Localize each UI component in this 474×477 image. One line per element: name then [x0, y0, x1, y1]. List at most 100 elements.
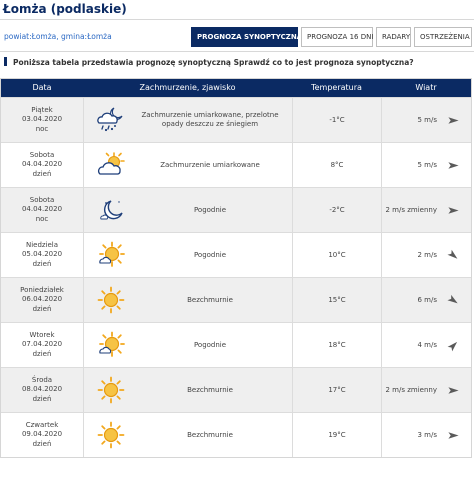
day-name: Środa	[31, 375, 53, 384]
weather-description: Bezchmurnie	[187, 385, 233, 394]
phenomenon-cell: Zachmurzenie umiarkowane	[83, 143, 292, 187]
date-cell: Środa 08.04.2020 dzień	[1, 368, 83, 412]
phenomenon-cell: Pogodnie	[83, 188, 292, 232]
phenomenon-cell: Zachmurzenie umiarkowane, przelotne opad…	[83, 98, 292, 142]
date-cell: Sobota 04.04.2020 noc	[1, 188, 83, 232]
date-cell: Niedziela 05.04.2020 dzień	[1, 233, 83, 277]
temperature-cell: -1°C	[292, 98, 381, 142]
header-temperature: Temperatura	[311, 83, 362, 92]
phenomenon-cell: Bezchmurnie	[83, 278, 292, 322]
time-of-day: noc	[35, 214, 49, 223]
date-cell: Wtorek 07.04.2020 dzień	[1, 323, 83, 367]
wind-speed: 6 m/s	[417, 296, 437, 304]
tab-ostrzezenia[interactable]: OSTRZEŻENIA	[414, 27, 472, 47]
header-wind: Wiatr	[415, 83, 437, 92]
date-cell: Poniedziałek 06.04.2020 dzień	[1, 278, 83, 322]
phenomenon-cell: Pogodnie	[83, 233, 292, 277]
wind-cell: 4 m/s	[381, 323, 471, 367]
tab-radary[interactable]: RADARY	[376, 27, 411, 47]
wind-speed: 2 m/s zmienny	[385, 386, 438, 394]
weather-description: Zachmurzenie umiarkowane, przelotne opad…	[141, 111, 279, 128]
wind-cell: 2 m/s zmienny	[381, 368, 471, 412]
date-value: 03.04.2020	[21, 115, 63, 124]
wind-cell: 2 m/s	[381, 233, 471, 277]
breadcrumb[interactable]: powiat:Łomża, gmina:Łomża	[4, 32, 112, 41]
weather-description: Zachmurzenie umiarkowane	[160, 160, 260, 169]
tab-prognoza-synoptyczna[interactable]: PROGNOZA SYNOPTYCZNA	[191, 27, 302, 47]
table-row: Wtorek 07.04.2020 dzień Pogodnie 18°C 4 m/s	[1, 322, 471, 367]
time-of-day: dzień	[32, 304, 52, 313]
phenomenon-cell: Pogodnie	[83, 323, 292, 367]
breadcrumb-link[interactable]: powiat:Łomża, gmina:Łomża	[4, 32, 112, 41]
info-line: Poniższa tabela przedstawia prognozę syn…	[4, 57, 414, 67]
date-cell: Piątek 03.04.2020 noc	[1, 98, 83, 142]
wind-direction-arrow-icon	[447, 384, 460, 397]
wind-speed: 2 m/s zmienny	[385, 206, 438, 214]
day-name: Niedziela	[25, 240, 59, 249]
time-of-day: dzień	[32, 169, 52, 178]
wind-direction-arrow-icon	[447, 294, 460, 307]
time-of-day: dzień	[32, 394, 52, 403]
header-date: Data	[32, 83, 52, 92]
date-cell: Czwartek 09.04.2020 dzień	[1, 413, 83, 457]
weather-description: Bezchmurnie	[187, 295, 233, 304]
temperature-value: 19°C	[328, 431, 346, 439]
weather-description: Bezchmurnie	[187, 430, 233, 439]
table-row: Piątek 03.04.2020 noc Zachmurzenie umiarkow…	[1, 97, 471, 142]
temperature-value: -1°C	[329, 116, 345, 124]
section-divider	[0, 51, 474, 52]
forecast-table: Data Zachmurzenie, zjawisko Temperatura …	[0, 78, 472, 458]
temperature-value: 17°C	[328, 386, 346, 394]
weather-description: Pogodnie	[193, 205, 227, 214]
phenomenon-cell: Bezchmurnie	[83, 368, 292, 412]
sun-icon	[97, 421, 125, 449]
day-name: Sobota	[29, 195, 55, 204]
wind-direction-arrow-icon	[447, 114, 460, 127]
table-row: Sobota 04.04.2020 dzień Zachmurzenie umiark…	[1, 142, 471, 187]
sun-icon	[97, 286, 125, 314]
info-marker	[4, 57, 7, 66]
temperature-value: 8°C	[330, 161, 344, 169]
cloud-moon-rain-snow-icon	[97, 106, 125, 134]
wind-cell: 5 m/s	[381, 98, 471, 142]
table-header: Data Zachmurzenie, zjawisko Temperatura …	[1, 79, 471, 97]
date-value: 09.04.2020	[21, 430, 63, 439]
temperature-cell: 19°C	[292, 413, 381, 457]
day-name: Piątek	[31, 105, 53, 114]
title-divider	[0, 19, 474, 20]
temperature-value: 18°C	[328, 341, 346, 349]
day-name: Wtorek	[29, 330, 55, 339]
wind-direction-arrow-icon	[447, 159, 460, 172]
sun-small-cloud-icon	[97, 331, 125, 359]
time-of-day: dzień	[32, 439, 52, 448]
weather-description: Pogodnie	[193, 340, 227, 349]
tab-prognoza-16-dni[interactable]: PROGNOZA 16 DNI	[301, 27, 373, 47]
temperature-cell: 18°C	[292, 323, 381, 367]
temperature-value: -2°C	[329, 206, 345, 214]
forecast-tabs: PROGNOZA SYNOPTYCZNA PROGNOZA 16 DNI RAD…	[191, 27, 472, 47]
wind-cell: 3 m/s	[381, 413, 471, 457]
wind-speed: 4 m/s	[417, 341, 437, 349]
date-value: 07.04.2020	[21, 340, 63, 349]
wind-direction-arrow-icon	[447, 429, 460, 442]
moon-icon	[97, 196, 125, 224]
wind-speed: 2 m/s	[417, 251, 437, 259]
table-row: Poniedziałek 06.04.2020 dzień Bezchmurnie 15…	[1, 277, 471, 322]
wind-direction-arrow-icon	[447, 339, 460, 352]
wind-cell: 2 m/s zmienny	[381, 188, 471, 232]
day-name: Czwartek	[25, 420, 59, 429]
date-value: 05.04.2020	[21, 250, 63, 259]
temperature-cell: 8°C	[292, 143, 381, 187]
wind-speed: 3 m/s	[417, 431, 437, 439]
time-of-day: dzień	[32, 259, 52, 268]
page-title: Łomża (podlaskie)	[3, 2, 127, 16]
time-of-day: dzień	[32, 349, 52, 358]
info-text[interactable]: Poniższa tabela przedstawia prognozę syn…	[13, 58, 414, 67]
date-value: 06.04.2020	[21, 295, 63, 304]
temperature-value: 15°C	[328, 296, 346, 304]
temperature-cell: 15°C	[292, 278, 381, 322]
phenomenon-cell: Bezchmurnie	[83, 413, 292, 457]
wind-cell: 5 m/s	[381, 143, 471, 187]
date-value: 08.04.2020	[21, 385, 63, 394]
weather-description: Pogodnie	[193, 250, 227, 259]
